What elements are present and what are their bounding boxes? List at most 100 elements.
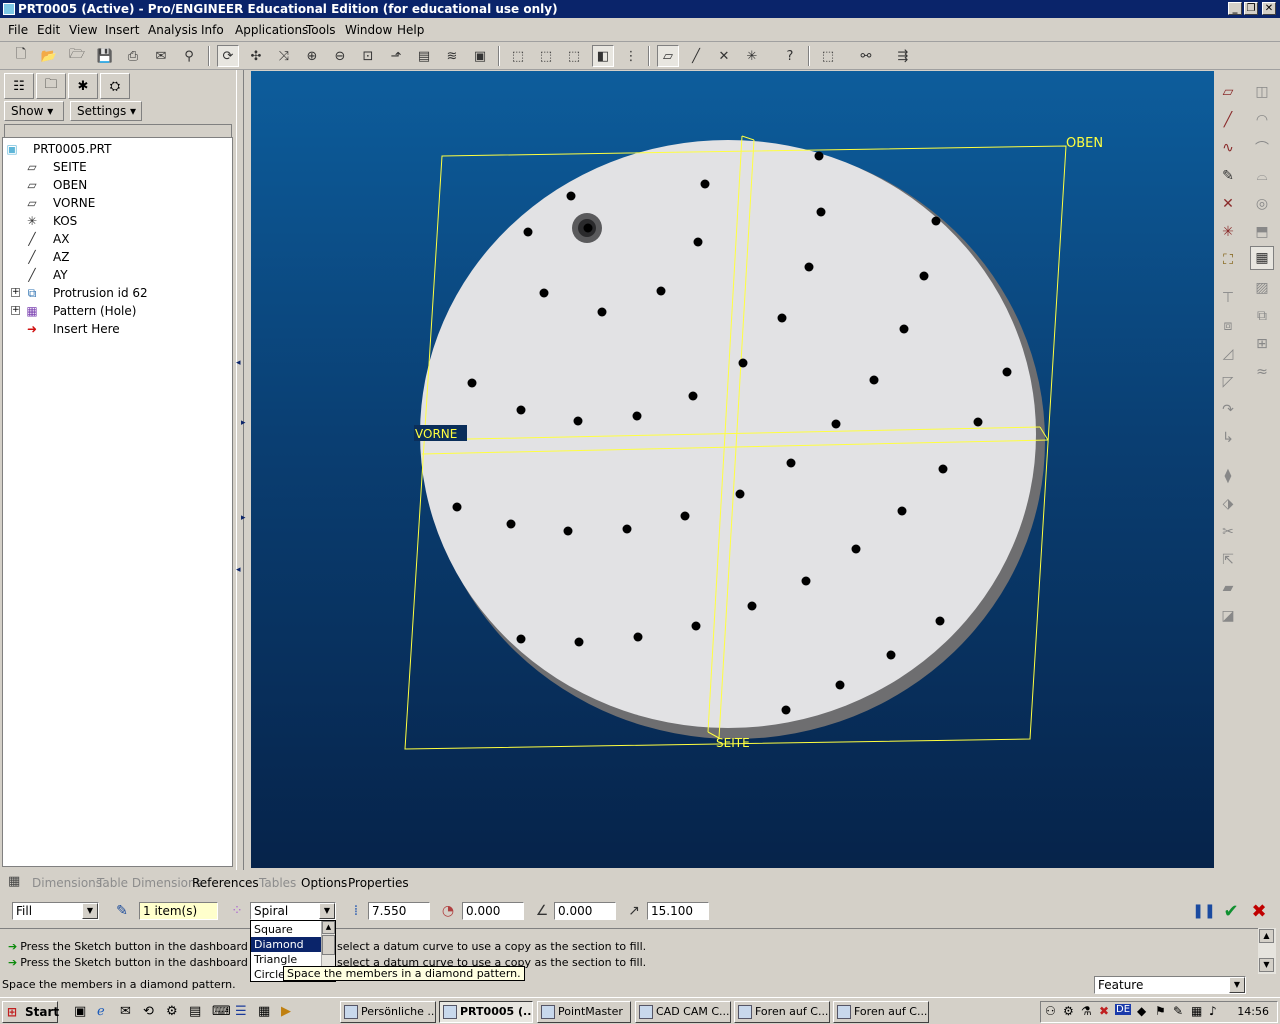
tab-tables[interactable]: Tables	[259, 876, 296, 890]
show-dropdown[interactable]: Show ▾	[4, 101, 64, 121]
new-file-icon[interactable]: 🗋	[10, 45, 32, 67]
tray-icon[interactable]: ⚗	[1081, 1004, 1092, 1018]
hole[interactable]	[747, 601, 757, 611]
zoom-out-icon[interactable]: ⊖	[329, 45, 351, 67]
zoom-in-icon[interactable]: ⊕	[301, 45, 323, 67]
message-scrollbar[interactable]: ▲ ▼	[1258, 928, 1276, 974]
merge-quilts-icon[interactable]: ⬗	[1216, 492, 1240, 516]
collapse-arrow-icon[interactable]: ◂	[236, 565, 241, 575]
hole[interactable]	[467, 378, 477, 388]
send-link-icon[interactable]: ⚲	[178, 45, 200, 67]
orient-mode-icon[interactable]: ⤨	[273, 45, 295, 67]
spin-center-icon[interactable]: ✣	[245, 45, 267, 67]
sketch-edit-icon[interactable]: ✎	[112, 901, 132, 921]
datum-axes-toggle-icon[interactable]: ╱	[685, 45, 707, 67]
hole[interactable]	[583, 223, 593, 233]
extend-tool-icon[interactable]: ⇱	[1216, 548, 1240, 572]
chevron-down-icon[interactable]: ▼	[82, 903, 98, 919]
option-diamond[interactable]: Diamond	[251, 937, 321, 952]
connections-tab-icon[interactable]: ⛭	[100, 73, 130, 99]
hole[interactable]	[516, 405, 526, 415]
round-tool-icon[interactable]: ◿	[1216, 342, 1240, 366]
tray-icon[interactable]: ▦	[1191, 1004, 1202, 1018]
tab-dimensions[interactable]: Dimensions	[32, 876, 102, 890]
hole[interactable]	[633, 632, 643, 642]
expand-icon[interactable]: +	[11, 288, 20, 297]
start-button[interactable]: ⊞ Start	[2, 1001, 59, 1023]
tab-properties[interactable]: Properties	[348, 876, 409, 890]
menu-applications[interactable]: Applications	[235, 23, 308, 37]
send-mail-icon[interactable]: ✉	[150, 45, 172, 67]
tree-item-datum-plane[interactable]: ▱ VORNE	[3, 194, 232, 212]
tray-icon[interactable]: ✖	[1099, 1004, 1109, 1018]
option-square[interactable]: Square	[251, 922, 321, 937]
shading-icon[interactable]: ◧	[592, 45, 614, 67]
tree-item-insert-here[interactable]: ➜ Insert Here	[3, 320, 232, 338]
draft-tool-icon[interactable]: ⧈	[1216, 314, 1240, 338]
hole[interactable]	[452, 502, 462, 512]
window-title-bar[interactable]: PRT0005 (Active) - Pro/ENGINEER Educatio…	[0, 0, 1280, 18]
hole[interactable]	[597, 307, 607, 317]
border-distance-field[interactable]: 0.000	[462, 902, 524, 920]
quicklaunch-icon[interactable]: ⌨	[212, 1004, 231, 1019]
copy-tool-icon[interactable]: ⧉	[1250, 304, 1274, 328]
tray-icon[interactable]: ◆	[1137, 1004, 1146, 1018]
restore-button[interactable]: ❐	[1244, 2, 1258, 15]
pause-icon[interactable]: ❚❚	[1192, 901, 1215, 921]
save-icon[interactable]: 💾	[94, 45, 116, 67]
datum-plane-tool-icon[interactable]: ▱	[1216, 80, 1240, 104]
layers-icon[interactable]: ≋	[441, 45, 463, 67]
hole[interactable]	[973, 417, 983, 427]
hole[interactable]	[688, 391, 698, 401]
csys-tool-icon[interactable]: ✳	[1216, 220, 1240, 244]
hidden-line-icon[interactable]: ⬚	[535, 45, 557, 67]
hole[interactable]	[738, 358, 748, 368]
hole[interactable]	[735, 489, 745, 499]
view-manager-icon[interactable]: ▣	[469, 45, 491, 67]
tree-item-datum-plane[interactable]: ▱ OBEN	[3, 176, 232, 194]
grid-template-select[interactable]: Spiral ▼	[250, 902, 336, 920]
hole[interactable]	[700, 179, 710, 189]
favorites-tab-icon[interactable]: ✱	[68, 73, 98, 99]
quicklaunch-icon[interactable]: ⚙	[166, 1004, 178, 1019]
panel-sash[interactable]	[236, 70, 244, 870]
hole[interactable]	[693, 237, 703, 247]
tree-item-axis[interactable]: ╱ AY	[3, 266, 232, 284]
hole[interactable]	[632, 411, 642, 421]
tree-item-pattern[interactable]: + ▦ Pattern (Hole)	[3, 302, 232, 320]
chevron-down-icon[interactable]: ▼	[319, 903, 335, 919]
hole[interactable]	[831, 419, 841, 429]
merge-tool-icon[interactable]: ⊞	[1250, 332, 1274, 356]
datum-point-tool-icon[interactable]: ✕	[1216, 192, 1240, 216]
grid-rotation-field[interactable]: 0.000	[554, 902, 616, 920]
collapse-arrow-icon[interactable]: ◂	[236, 358, 241, 368]
hole[interactable]	[786, 458, 796, 468]
cancel-x-icon[interactable]: ✖	[1249, 901, 1269, 922]
tray-icon[interactable]: ⚙	[1063, 1004, 1074, 1018]
thicken-tool-icon[interactable]: ▰	[1216, 576, 1240, 600]
outlook-icon[interactable]: ✉	[120, 1004, 131, 1019]
spacing-field[interactable]: 7.550	[368, 902, 430, 920]
menu-help[interactable]: Help	[397, 23, 424, 37]
hole[interactable]	[816, 207, 826, 217]
tree-item-csys[interactable]: ✳ KOS	[3, 212, 232, 230]
menu-view[interactable]: View	[69, 23, 97, 37]
revolve-tool-icon[interactable]: ◠	[1250, 108, 1274, 132]
hole[interactable]	[539, 288, 549, 298]
expand-icon[interactable]: +	[11, 306, 20, 315]
wireframe-icon[interactable]: ⬚	[507, 45, 529, 67]
hole[interactable]	[835, 680, 845, 690]
taskbar-button[interactable]: Foren auf C...	[833, 1001, 929, 1023]
sketch-collector-field[interactable]: 1 item(s)	[139, 902, 218, 920]
taskbar-button[interactable]: CAD CAM C...	[635, 1001, 731, 1023]
hole[interactable]	[897, 506, 907, 516]
tab-references[interactable]: References	[192, 876, 259, 890]
hole[interactable]	[781, 705, 791, 715]
hole[interactable]	[574, 637, 584, 647]
tree-item-axis[interactable]: ╱ AX	[3, 230, 232, 248]
mirror-tool-icon[interactable]: ⧫	[1216, 464, 1240, 488]
close-window-button[interactable]: ✕	[1262, 2, 1276, 15]
scroll-up-icon[interactable]: ▲	[322, 921, 335, 934]
scroll-up-icon[interactable]: ▲	[1259, 929, 1274, 943]
swept-blend-icon[interactable]: ↳	[1216, 426, 1240, 450]
